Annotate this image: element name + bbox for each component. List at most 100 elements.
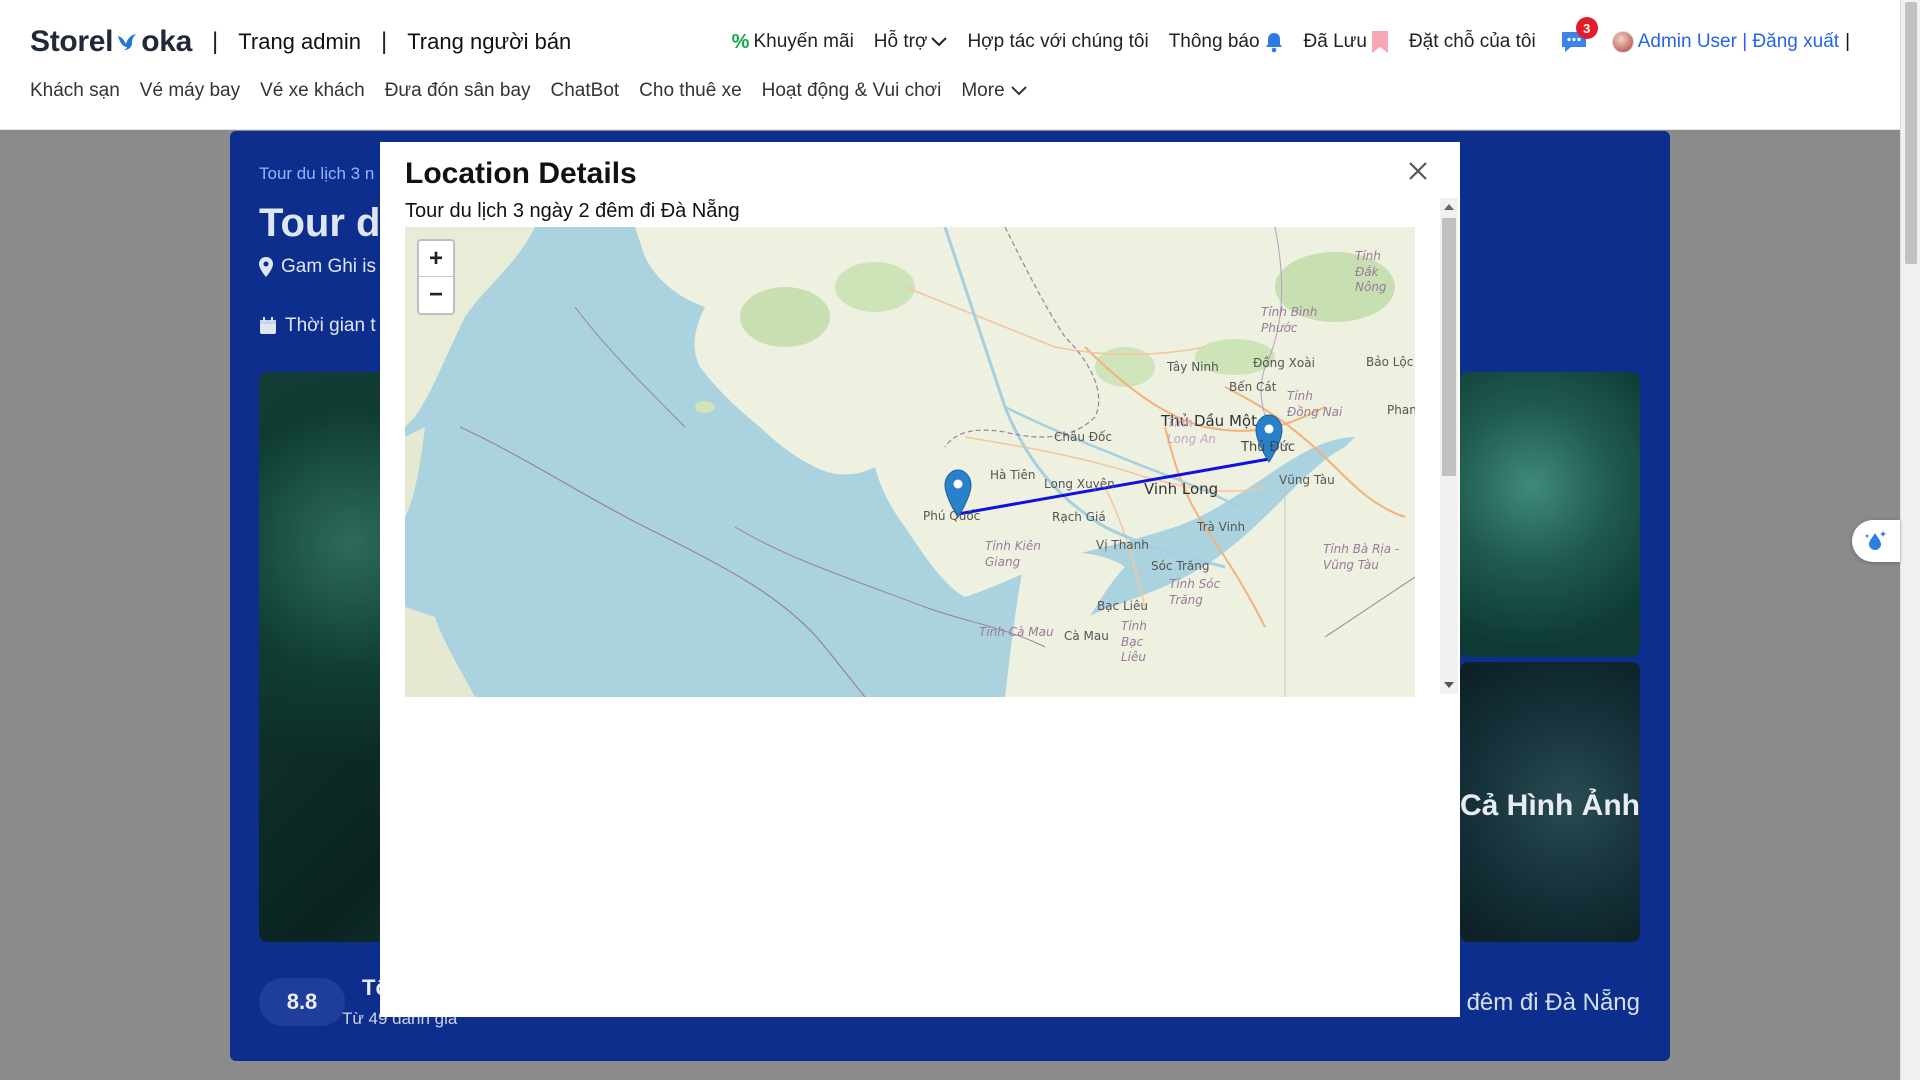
nav-bus-tickets[interactable]: Vé xe khách (260, 80, 365, 102)
map-label: Trà Vinh (1197, 520, 1246, 534)
saved-link[interactable]: Đã Lưu (1304, 30, 1389, 54)
separator: | (380, 28, 388, 55)
map-label: Phú Quốc (923, 509, 981, 523)
map-label: Tỉnh Đắk Nông (1355, 249, 1387, 295)
site-header: Storel oka | Trang admin | Trang người b… (0, 0, 1900, 130)
separator: | (1845, 31, 1850, 52)
map-label: Tỉnh Kiên Giang (985, 539, 1041, 569)
tour-title-right: 2 đêm đi Đà Nẵng (1446, 989, 1640, 1016)
nav-activities[interactable]: Hoạt động & Vui chơi (762, 80, 942, 102)
breadcrumb[interactable]: Tour du lịch 3 n (259, 164, 374, 184)
map-label: Đồng Xoài (1253, 356, 1315, 370)
zoom-out-button[interactable]: − (419, 277, 453, 313)
header-left: Storel oka | Trang admin | Trang người b… (30, 22, 571, 62)
map-label: Vinh Long (1144, 480, 1219, 498)
floating-assistant-button[interactable] (1852, 520, 1900, 562)
separator: | (212, 28, 219, 55)
user-label[interactable]: Admin User | Đăng xuất (1638, 31, 1839, 53)
map-label: Cà Mau (1064, 629, 1109, 643)
map-label: Vị Thanh (1096, 538, 1149, 552)
support-label: Hỗ trợ (873, 31, 928, 52)
promo-label: Khuyến mãi (753, 31, 854, 52)
route-map[interactable]: + − Thủ Dầu Một Thủ Đức Vinh Long Vũng T… (405, 227, 1415, 697)
logo-text-right: oka (141, 25, 193, 58)
header-right-nav: % Khuyến mãi Hỗ trợ Hợp tác với chúng tô… (732, 17, 1850, 62)
map-label: Sóc Trăng (1151, 559, 1210, 573)
map-label: Bạc Liêu (1097, 599, 1149, 613)
tour-time-text: Thời gian t (285, 315, 376, 336)
map-label: Tỉnh Bà Rịa - Vũng Tàu (1323, 542, 1400, 572)
user-menu[interactable]: Admin User | Đăng xuất (1611, 31, 1839, 53)
nav-more-label: More (961, 80, 1005, 101)
bookmark-icon (1371, 31, 1388, 53)
percent-icon: % (731, 30, 750, 53)
chat-button[interactable]: 3 (1556, 17, 1598, 57)
map-label: Tỉnh Bình Phước (1261, 305, 1318, 335)
calendar-icon (260, 317, 276, 334)
close-icon (1409, 162, 1427, 180)
bookings-label: Đặt chỗ của tôi (1408, 31, 1536, 52)
page-scrollbar-thumb[interactable] (1905, 2, 1917, 264)
notifications-link[interactable]: Thông báo (1169, 31, 1284, 53)
avatar (1611, 31, 1634, 53)
map-label: Thủ Đức (1241, 440, 1296, 455)
logo[interactable]: Storel oka (30, 25, 192, 59)
location-details-modal: Location Details Tour du lịch 3 ngày 2 đ… (380, 142, 1460, 1017)
rating-score: 8.8 (259, 978, 345, 1026)
map-label: Tây Ninh (1167, 360, 1219, 374)
nav-chatbot[interactable]: ChatBot (551, 80, 620, 102)
tour-time: Thời gian t (259, 315, 376, 337)
bookings-link[interactable]: Đặt chỗ của tôi (1409, 31, 1536, 53)
map-zoom-control: + − (417, 239, 455, 315)
scroll-up-icon[interactable] (1444, 204, 1454, 210)
logo-text-left: Storel (30, 25, 114, 58)
modal-subtitle: Tour du lịch 3 ngày 2 đêm đi Đà Nẵng (405, 200, 740, 222)
nav-flights[interactable]: Vé máy bay (140, 80, 240, 102)
zoom-in-button[interactable]: + (419, 241, 453, 277)
chevron-down-icon (1010, 86, 1027, 96)
map-label: Phan (1387, 403, 1415, 417)
map-label: Hà Tiên (990, 468, 1036, 482)
nav-car-rental[interactable]: Cho thuê xe (639, 80, 741, 102)
map-label: Tỉnh Cà Mau (979, 625, 1054, 639)
nav-hotels[interactable]: Khách sạn (30, 80, 120, 102)
close-button[interactable] (1403, 156, 1433, 186)
all-photos-tile[interactable]: Cả Hình Ảnh (1460, 662, 1640, 942)
map-label: Bảo Lộc (1366, 355, 1414, 369)
modal-scrollbar-thumb[interactable] (1442, 218, 1456, 476)
seller-link[interactable]: Trang người bán (407, 29, 571, 55)
tour-photo-side[interactable] (1460, 372, 1640, 657)
nav-more[interactable]: More (961, 80, 1027, 102)
tour-location-text: Gam Ghi is (281, 256, 377, 277)
map-pin-icon (259, 257, 273, 277)
modal-title: Location Details (405, 157, 637, 190)
map-label: Long Xuyên (1044, 477, 1115, 491)
page-scrollbar[interactable] (1900, 0, 1920, 1080)
map-label: Tỉnh Đồng Nai (1287, 389, 1343, 419)
map-label: Tỉnh Sóc Trăng (1169, 577, 1221, 607)
nav-airport-transfer[interactable]: Đưa đón sân bay (385, 80, 531, 102)
chat-badge: 3 (1575, 17, 1598, 39)
admin-link[interactable]: Trang admin (238, 29, 361, 55)
saved-label: Đã Lưu (1303, 31, 1367, 52)
map-tiles (405, 227, 1415, 697)
partner-link[interactable]: Hợp tác với chúng tôi (967, 31, 1148, 53)
bell-icon (1265, 33, 1282, 53)
chevron-down-icon (931, 37, 948, 47)
all-photos-label: Cả Hình Ảnh (1460, 789, 1640, 822)
map-label: Rạch Giá (1052, 510, 1106, 524)
bird-logo-icon (118, 34, 137, 50)
modal-scrollbar[interactable] (1440, 198, 1458, 694)
scroll-down-icon[interactable] (1444, 682, 1454, 688)
droplet-sparkle-icon (1865, 531, 1886, 550)
category-nav: Khách sạn Vé máy bay Vé xe khách Đưa đón… (30, 80, 1027, 102)
notify-label: Thông báo (1168, 31, 1260, 52)
map-label: Châu Đốc (1054, 430, 1112, 444)
promo-link[interactable]: % Khuyến mãi (732, 31, 854, 54)
tour-location: Gam Ghi is (259, 256, 376, 278)
support-dropdown[interactable]: Hỗ trợ (874, 31, 948, 53)
map-label: Bến Cát (1229, 380, 1277, 394)
partner-label: Hợp tác với chúng tôi (967, 31, 1149, 52)
map-label: Tỉnh Long An (1167, 416, 1216, 446)
map-label: Tỉnh Bạc Liêu (1121, 619, 1147, 665)
